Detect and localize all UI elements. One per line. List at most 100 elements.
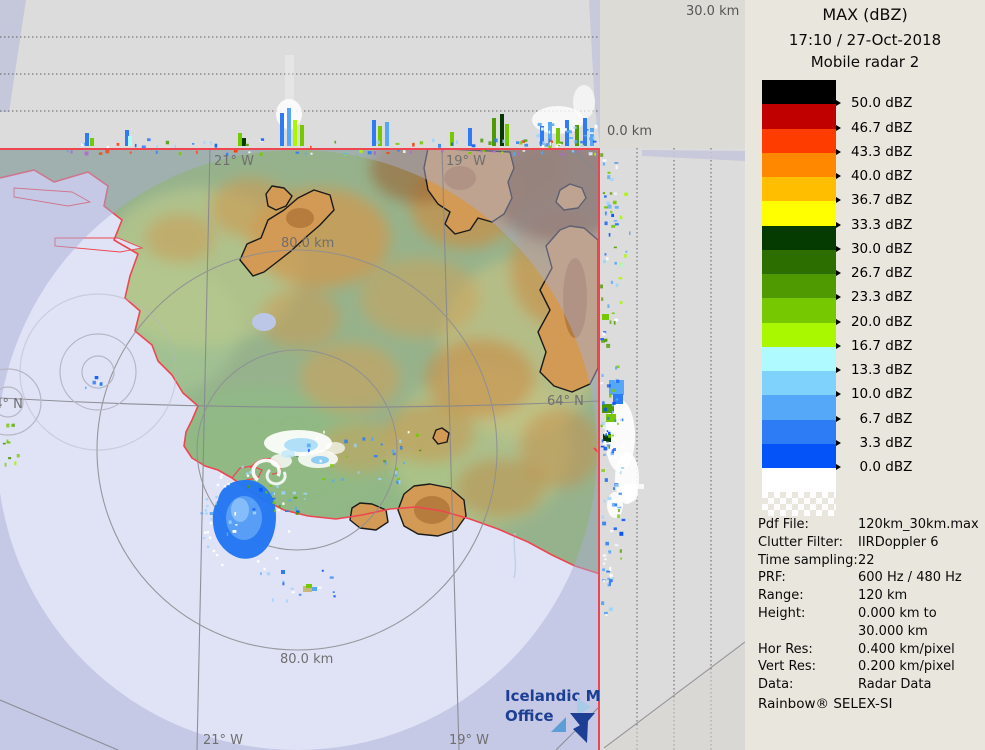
- metadata-row: Time sampling: 22: [758, 552, 980, 570]
- legend-tick-arrow-icon: [836, 294, 841, 301]
- legend-color-band: [762, 443, 836, 468]
- metadata-label: PRF:: [758, 570, 786, 586]
- legend-tick-arrow-icon: [836, 245, 841, 252]
- legend-color-band: [762, 395, 836, 420]
- meridian-21w-label-bottom: 21° W: [203, 733, 243, 748]
- legend-color-band: [762, 104, 836, 129]
- legend-tick-arrow-icon: [836, 221, 841, 228]
- legend-color-band: [762, 152, 836, 177]
- legend-band-label: 33.3 dBZ: [836, 217, 912, 233]
- legend-tick-arrow-icon: [836, 270, 841, 276]
- legend-color-band: [762, 274, 836, 299]
- legend-band-label: 13.3 dBZ: [836, 362, 912, 378]
- scan-datetime: 17:10 / 27-Oct-2018: [788, 31, 942, 49]
- legend-band-label: 6.7 dBZ: [836, 411, 912, 427]
- legend-color-band: [762, 371, 836, 396]
- legend-band-label: 26.7 dBZ: [836, 265, 912, 281]
- legend-band-label: 36.7 dBZ: [836, 192, 912, 208]
- legend-band-label: 30.0 dBZ: [836, 241, 912, 257]
- product-title: MAX (dBZ): [822, 5, 908, 24]
- lake: [252, 313, 276, 331]
- metadata-label: Time sampling:: [758, 552, 858, 568]
- legend-band-label: 50.0 dBZ: [836, 95, 912, 111]
- legend-band-label: 43.3 dBZ: [836, 144, 912, 160]
- parallel-64n-label-left: 64° N: [0, 397, 23, 412]
- metadata-row: PRF: 600 Hz / 480 Hz: [758, 569, 980, 587]
- metadata-value: 30.000 km: [858, 623, 928, 639]
- legend-color-band: [762, 80, 836, 105]
- legend-tick-arrow-icon: [836, 464, 841, 470]
- legend-color-band: [762, 419, 836, 444]
- metadata-value: 120 km: [858, 588, 908, 604]
- top-profile-canvas: [0, 0, 600, 148]
- profile-axis-corner: 30.0 km 0.0 km: [600, 0, 745, 148]
- legend-tick-arrow-icon: [836, 197, 841, 204]
- metadata-row: Clutter Filter: IIRDoppler 6: [758, 534, 980, 552]
- metadata-row: Pdf File: 120km_30km.max: [758, 516, 980, 534]
- metadata-value: 0.000 km to: [858, 605, 937, 621]
- metadata-row: 30.000 km: [758, 623, 980, 641]
- scan-metadata-list: Pdf File: 120km_30km.max Clutter Filter: II…: [758, 516, 980, 694]
- metadata-value: 22: [858, 552, 875, 568]
- height-axis-min-label: 0.0 km: [607, 124, 652, 139]
- radar-source-name: Mobile radar 2: [810, 53, 920, 71]
- range-ring-label-bottom: 80.0 km: [280, 652, 333, 667]
- metadata-label: Range:: [758, 588, 804, 604]
- metadata-value: 120km_30km.max: [858, 517, 979, 532]
- metadata-value: 600 Hz / 480 Hz: [858, 570, 962, 586]
- metadata-row: Data: Radar Data: [758, 676, 980, 694]
- software-branding: Rainbow® SELEX-SI: [758, 696, 893, 712]
- legend-color-band: [762, 177, 836, 202]
- legend-color-band: [762, 346, 836, 371]
- legend-band-label: 0.0 dBZ: [836, 459, 912, 475]
- legend-tick-arrow-icon: [836, 439, 841, 446]
- legend-band-label: 3.3 dBZ: [836, 435, 912, 451]
- legend-band-label: 16.7 dBZ: [836, 338, 912, 354]
- legend-transparent-band: [762, 492, 836, 516]
- metadata-value: 0.200 km/pixel: [858, 659, 955, 675]
- range-ring-label-top: 80.0 km: [281, 236, 334, 251]
- legend-color-band: [762, 322, 836, 347]
- metadata-label: Pdf File:: [758, 517, 809, 532]
- legend-color-band: [762, 298, 836, 323]
- metadata-value: 0.400 km/pixel: [858, 641, 955, 657]
- legend-sidebar: MAX (dBZ) 17:10 / 27-Oct-2018 Mobile rad…: [745, 0, 985, 750]
- parallel-64n-label: 64° N: [547, 394, 584, 409]
- logo-text-line2: Office: [505, 707, 554, 725]
- legend-band-label: 46.7 dBZ: [836, 120, 912, 136]
- metadata-label: Vert Res:: [758, 659, 817, 675]
- legend-band-label: 20.0 dBZ: [836, 314, 912, 330]
- metadata-row: Hor Res: 0.400 km/pixel: [758, 641, 980, 659]
- legend-band-label: 23.3 dBZ: [836, 289, 912, 305]
- legend-tick-arrow-icon: [836, 415, 841, 422]
- legend-tick-arrow-icon: [836, 148, 841, 155]
- legend-blank-band: [762, 468, 836, 492]
- legend-tick-arrow-icon: [836, 367, 841, 373]
- right-profile-canvas: [600, 148, 745, 750]
- radar-map-canvas: 21° W 19° W 21° W 19° W 80.0 km 80.0 km 64° N 6…: [0, 148, 600, 750]
- metadata-row: Range: 120 km: [758, 587, 980, 605]
- vertical-profile-right-panel: [600, 148, 745, 750]
- metadata-label: Data:: [758, 677, 794, 693]
- legend-band-label: 40.0 dBZ: [836, 168, 912, 184]
- logo-text-line1: Icelandic Met: [505, 687, 600, 705]
- legend-tick-arrow-icon: [836, 318, 841, 325]
- legend-tick-arrow-icon: [836, 391, 841, 398]
- metadata-row: Height: 0.000 km to: [758, 605, 980, 623]
- metadata-label: Hor Res:: [758, 641, 813, 657]
- dbz-colorbar: [762, 80, 836, 516]
- legend-tick-arrow-icon: [836, 100, 841, 107]
- legend-band-label: 10.0 dBZ: [836, 386, 912, 402]
- metadata-label: Clutter Filter:: [758, 534, 843, 550]
- radar-display-window: 30.0 km 0.0 km 21° W 19° W 21° W 19° W 80.0 …: [0, 0, 985, 750]
- legend-color-band: [762, 201, 836, 226]
- height-axis-max-label: 30.0 km: [686, 4, 740, 19]
- radar-map-panel: 21° W 19° W 21° W 19° W 80.0 km 80.0 km 64° N 6…: [0, 148, 600, 750]
- metadata-value: Radar Data: [858, 677, 932, 693]
- legend-color-band: [762, 249, 836, 274]
- meridian-19w-label-bottom: 19° W: [449, 733, 489, 748]
- vertical-profile-top-panel: [0, 0, 600, 148]
- legend-tick-arrow-icon: [836, 124, 841, 131]
- metadata-label: [758, 623, 858, 641]
- metadata-value: IIRDoppler 6: [858, 534, 939, 550]
